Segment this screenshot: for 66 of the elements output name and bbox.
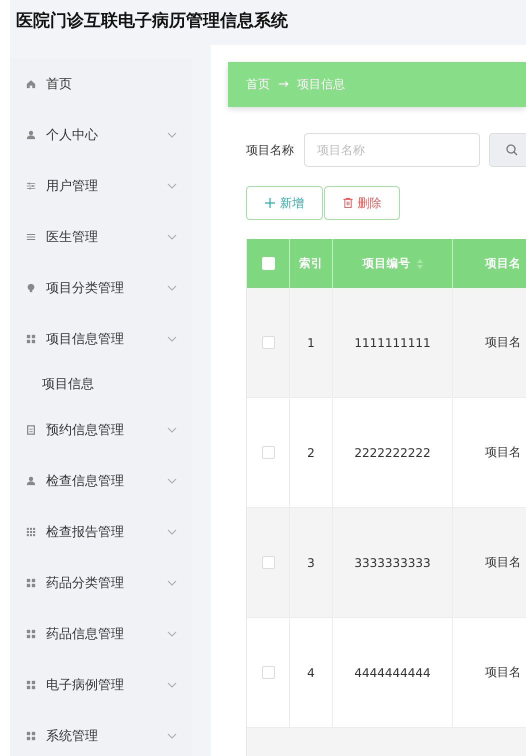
table-cell: 3 [307,556,315,570]
sidebar-item[interactable]: 项目分类管理 [10,262,192,313]
chevron-down-icon [167,629,177,639]
column-header: 项目名 [485,256,521,271]
person-icon [26,476,36,486]
home-icon [26,78,36,88]
sidebar-item[interactable]: 预约信息管理 [10,404,192,455]
row-checkbox[interactable] [262,556,274,569]
grid-icon [26,578,36,588]
submenu-item[interactable]: 项目信息 [10,364,192,404]
clipboard-icon [26,424,36,434]
sidebar-item[interactable]: 检查信息管理 [10,455,192,506]
chevron-down-icon [167,731,177,741]
table-cell: 4 [307,666,315,680]
grid-icon [26,628,36,638]
chevron-down-icon [167,181,177,191]
chevron-down-icon [167,425,177,435]
sidebar-item[interactable]: 系统管理 [10,710,192,756]
table-cell: 项目名 [485,444,521,461]
grid-icon [26,680,36,690]
sort-icon[interactable] [416,258,422,268]
sidebar-item[interactable]: 药品信息管理 [10,608,192,659]
table-cell: 3333333333 [354,556,431,570]
table-cell: 2 [307,446,315,460]
grid-icon [26,526,36,536]
sidebar-item[interactable]: 用户管理 [10,160,192,211]
person-icon [26,130,36,140]
sidebar-item[interactable]: 医生管理 [10,211,192,262]
grid-icon [26,334,36,344]
chevron-down-icon [167,232,177,242]
chevron-down-icon [167,283,177,293]
row-checkbox[interactable] [262,446,274,459]
table-cell: 项目名 [485,664,521,681]
arrow-separator: → [278,77,289,92]
chevron-down-icon [167,578,177,588]
sidebar-item[interactable]: 药品分类管理 [10,557,192,608]
sliders-icon [26,180,36,190]
table-cell: 2222222222 [354,446,431,460]
grid-icon [26,730,36,740]
chevron-down-icon [167,476,177,486]
table-cell: 项目名 [485,334,521,351]
table-cell: 项目名 [485,554,521,571]
chevron-down-icon [167,527,177,537]
search-label: 项目名称 [246,142,294,158]
sidebar-item[interactable]: 首页 [10,58,192,109]
row-checkbox[interactable] [262,666,274,679]
sidebar-item[interactable]: 项目信息管理 [10,313,192,364]
sidebar-item[interactable]: 检查报告管理 [10,506,192,557]
table-cell: 1111111111 [354,336,431,350]
chevron-down-icon [167,680,177,690]
column-header: 索引 [299,256,323,271]
window-title: 医院门诊互联电子病历管理信息系统 [15,10,288,33]
select-all-checkbox[interactable] [262,257,274,270]
chevron-down-icon [167,334,177,344]
sidebar-item[interactable]: 个人中心 [10,109,192,160]
bulb-icon [26,282,36,292]
plus-icon [265,198,275,208]
search-field[interactable]: 项目名称 [304,133,480,167]
table-cell: 1 [307,336,315,350]
row-checkbox[interactable] [262,336,274,349]
search-icon [506,144,518,156]
chevron-down-icon [167,130,177,140]
table-cell: 4444444444 [354,666,431,680]
sidebar-item[interactable]: 电子病例管理 [10,659,192,710]
list-icon [26,232,36,242]
trash-icon [342,198,352,208]
